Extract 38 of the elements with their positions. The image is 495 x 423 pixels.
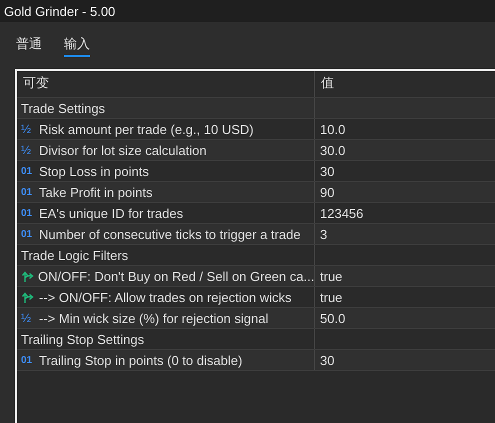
parameter-name: Stop Loss in points: [39, 164, 149, 178]
fraction-type-icon: ½: [21, 122, 36, 136]
group-label: Trade Logic Filters: [21, 248, 128, 262]
parameter-value[interactable]: true: [320, 290, 342, 304]
group-label: Trade Settings: [21, 100, 106, 116]
integer-type-icon: 01: [21, 354, 36, 366]
parameter-value[interactable]: 30: [320, 352, 334, 368]
integer-type-icon: 01: [21, 208, 36, 218]
window-title: Gold Grinder - 5.00: [4, 4, 116, 18]
parameter-name: Risk amount per trade (e.g., 10 USD): [39, 122, 254, 136]
branch-arrow-icon: [21, 290, 35, 304]
parameter-value[interactable]: 90: [320, 184, 334, 200]
tab[interactable]: 普通: [16, 32, 42, 57]
parameter-name: Number of consecutive ticks to trigger a trade: [39, 226, 301, 242]
parameter-value[interactable]: 123456: [320, 206, 364, 220]
parameter-value[interactable]: 30.0: [320, 142, 346, 158]
parameter-value[interactable]: true: [320, 268, 342, 284]
integer-type-icon: 01: [21, 166, 36, 176]
fraction-type-icon: ½: [21, 143, 36, 157]
integer-type-icon: 01: [21, 186, 36, 198]
column-header: 可变: [23, 75, 49, 90]
parameter-value[interactable]: 10.0: [320, 122, 346, 136]
parameter-name: Trailing Stop in points (0 to disable): [39, 352, 242, 368]
column-header: 值: [321, 75, 334, 90]
parameter-value[interactable]: 30: [320, 164, 334, 178]
parameter-name: EA's unique ID for trades: [39, 206, 184, 220]
branch-arrow-icon: [21, 269, 35, 283]
fraction-type-icon: ½: [21, 311, 36, 325]
group-label: Trailing Stop Settings: [21, 332, 144, 346]
parameter-value[interactable]: 3: [320, 226, 328, 242]
parameter-name: ON/OFF: Don't Buy on Red / Sell on Green ca...: [38, 268, 314, 284]
parameter-name: --> Min wick size (%) for rejection signal: [39, 310, 268, 326]
integer-type-icon: 01: [21, 228, 36, 240]
tab[interactable]: 输入: [64, 32, 90, 57]
parameter-name: Divisor for lot size calculation: [39, 142, 207, 158]
parameter-value[interactable]: 50.0: [320, 310, 346, 326]
parameter-name: --> ON/OFF: Allow trades on rejection wicks: [39, 290, 292, 304]
parameter-name: Take Profit in points: [39, 184, 152, 200]
